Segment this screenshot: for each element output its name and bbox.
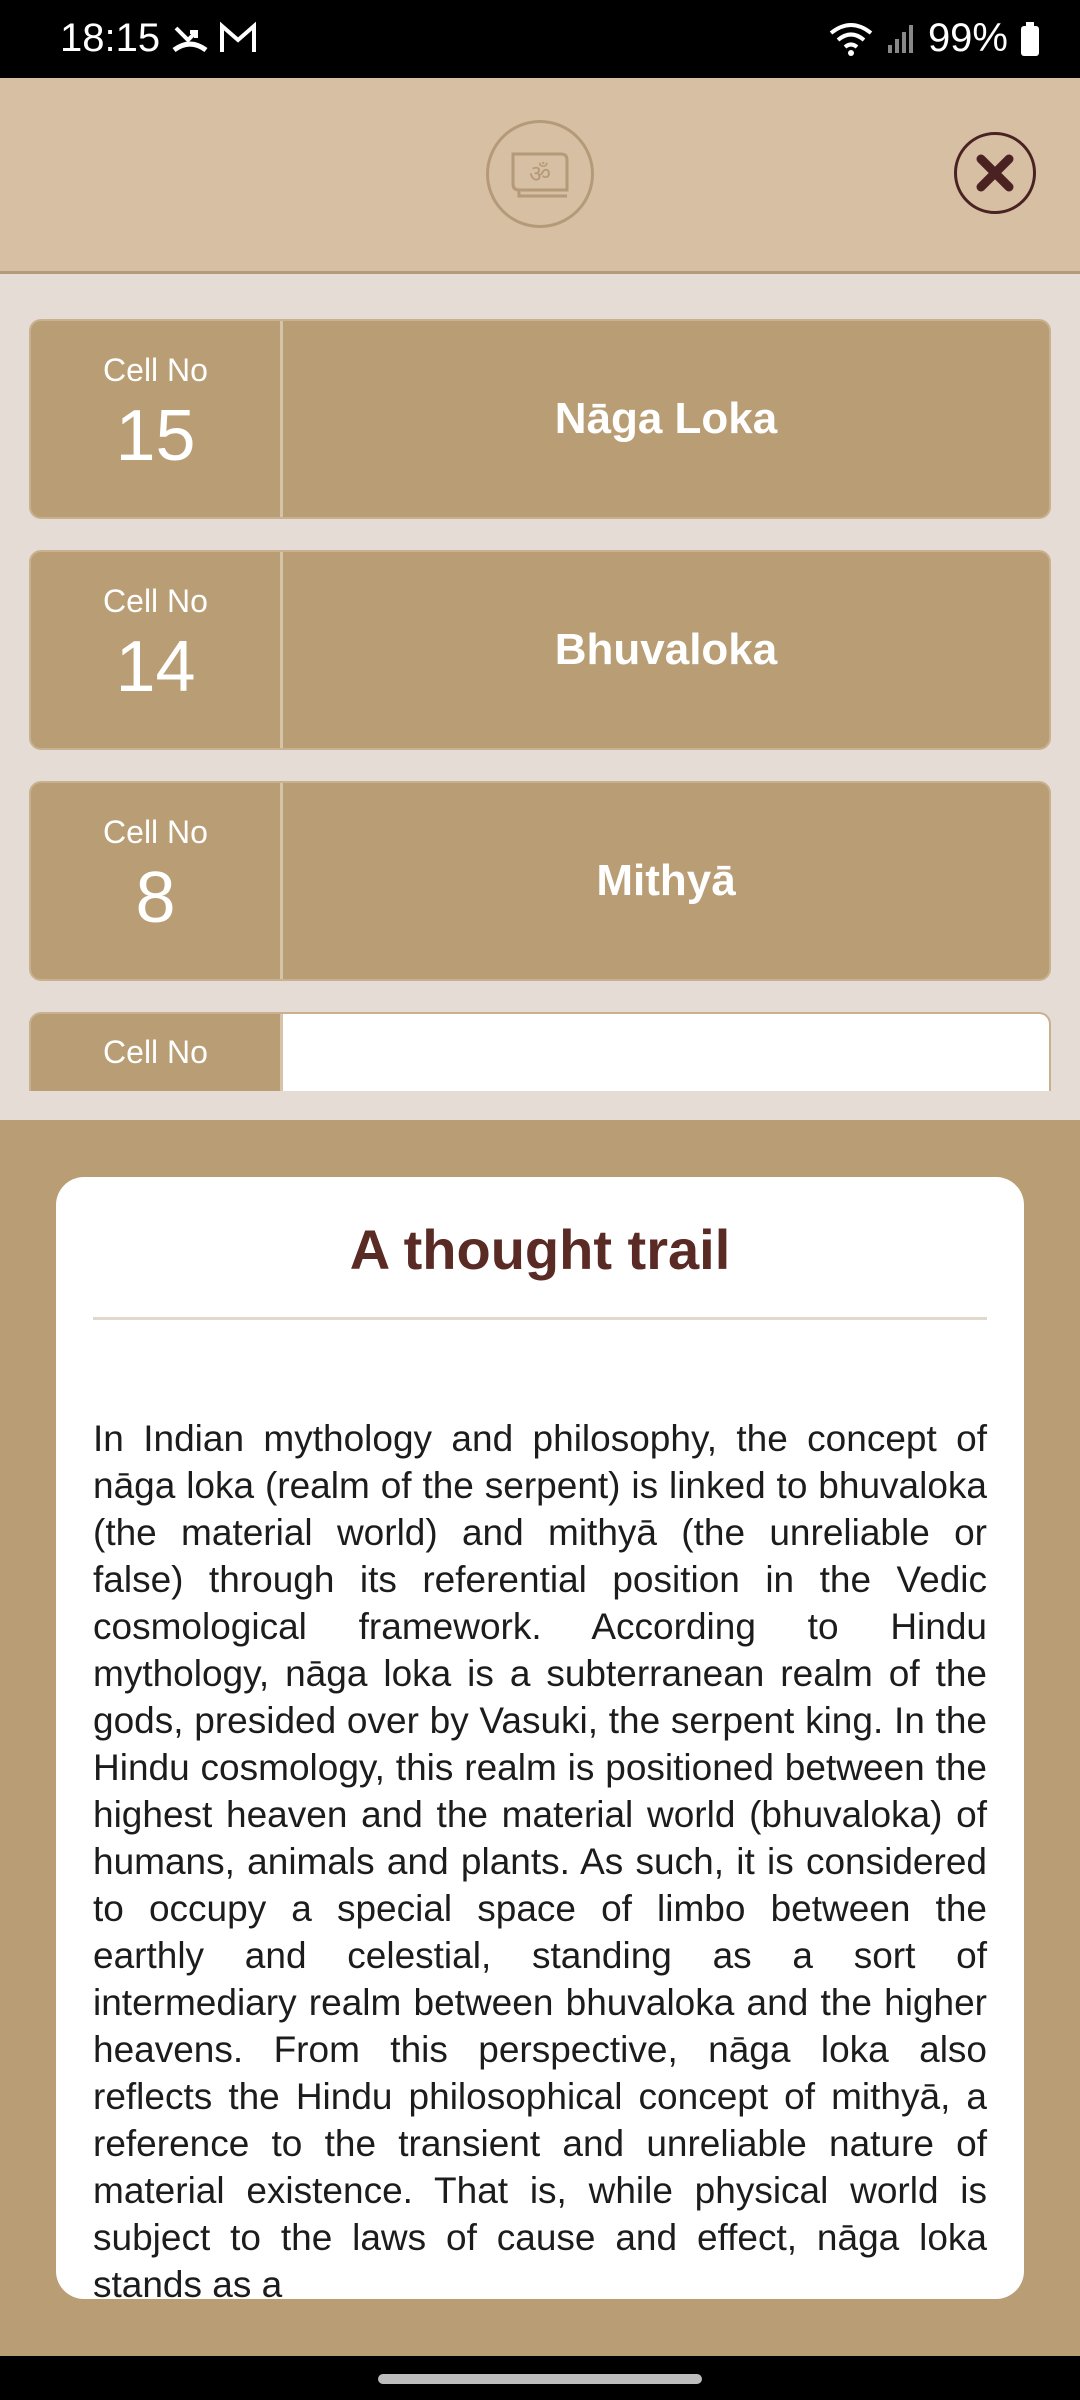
battery-percent: 99% [927,16,1008,60]
om-book-icon: ॐ [486,120,594,228]
cell-number-label: Cell No [103,813,208,850]
home-gesture-handle[interactable] [378,2374,702,2384]
close-button[interactable] [954,132,1036,214]
cell-card[interactable]: Cell No [29,1012,1051,1091]
svg-text:ॐ: ॐ [529,160,551,188]
status-bar: 18:15 99% [0,0,1080,78]
cell-card[interactable]: Cell No 8 Mithyā [29,781,1051,981]
cell-number-label: Cell No [103,351,208,388]
card-body-text: In Indian mythology and philosophy, the … [93,1418,987,2299]
cell-number-label: Cell No [103,582,208,619]
thought-trail-card[interactable]: A thought trail In Indian mythology and … [56,1177,1024,2299]
battery-icon [1021,21,1039,56]
wifi-icon [829,22,873,56]
status-right: 99% [828,16,1040,61]
cell-number: 14 [115,626,196,707]
close-icon [976,154,1014,192]
cell-number: 8 [135,857,176,938]
cell-card[interactable]: Cell No 15 Nāga Loka [29,319,1051,519]
cell-number-box: Cell No 8 [31,783,283,979]
missed-call-icon [172,26,208,53]
cell-name: Bhuvaloka [554,625,778,674]
cell-name: Nāga Loka [554,394,778,443]
gmail-icon [220,21,256,52]
signal-icon [887,24,913,53]
card-title: A thought trail [349,1218,731,1281]
status-time: 18:15 [60,16,161,60]
notification-icons [172,20,258,56]
title-divider [93,1317,987,1320]
cell-card[interactable]: Cell No 14 Bhuvaloka [29,550,1051,750]
cell-number-box: Cell No [31,1014,283,1091]
cell-number-box: Cell No 15 [31,321,283,517]
cell-number-box: Cell No 14 [31,552,283,748]
cell-name: Mithyā [596,856,736,905]
navigation-bar [0,2356,1080,2400]
cell-number-label: Cell No [103,1034,208,1070]
cell-number: 15 [115,395,196,476]
cell-list[interactable]: Cell No 15 Nāga Loka Cell No 14 Bhuvalok… [0,277,1080,1091]
cell-name [283,1014,1049,1091]
app-header: ॐ [0,78,1080,274]
